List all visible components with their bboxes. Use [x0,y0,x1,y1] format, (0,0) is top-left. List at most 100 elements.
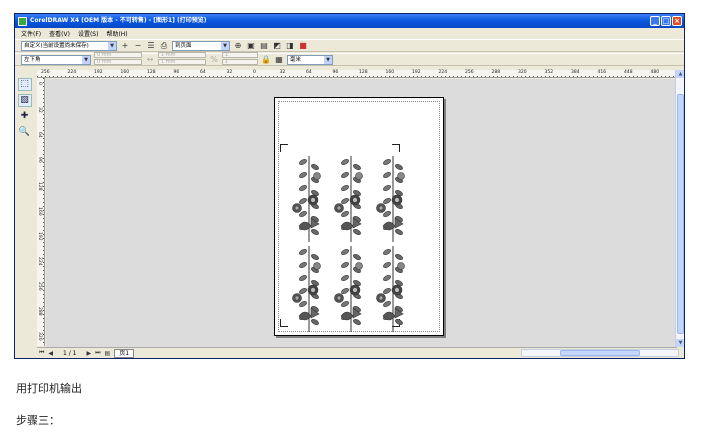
artwork-shape [341,197,349,205]
close-button[interactable]: × [672,16,682,26]
artwork-shape [299,287,307,295]
ruler-tick-label: 32 [226,70,233,75]
ruler-tick-label: 32 [279,70,286,75]
page-tab[interactable]: 页1 [114,348,135,358]
chevron-down-icon: ▼ [108,41,116,50]
artwork-shape [395,163,403,171]
prev-page-icon[interactable]: ◀ [48,350,53,357]
artwork-shape [353,253,361,261]
scroll-down-icon[interactable]: ▼ [676,339,684,347]
artwork-shape [378,295,384,301]
print-style-value: 自定义(当前设置尚未保存) [24,42,89,49]
artwork-shape [299,197,307,205]
remove-style-icon[interactable]: − [133,41,143,51]
ruler-tick-label: 192 [412,70,421,75]
app-window: CorelDRAW X4 (OEM 版本 - 不可转售) - [图形1] (打印… [14,13,685,359]
artwork-shape [352,287,358,293]
first-page-icon[interactable]: ⏮ [39,349,44,357]
mirror-icon[interactable]: ◨ [285,41,295,51]
ruler-tick-label: 256 [465,70,474,75]
position-spinners: 0 mm 0 mm [94,51,142,68]
artwork-shape [310,287,316,293]
artwork-shape [341,274,349,282]
artwork-shape [353,318,361,326]
ruler-tick-label: 448 [624,70,633,75]
artwork-shape [299,248,307,256]
invert-icon[interactable]: ◩ [272,41,282,51]
last-page-icon[interactable]: ⏭ [95,349,100,357]
artwork-shape [341,184,349,192]
scroll-up-icon[interactable]: ▲ [676,70,684,78]
artwork-shape [383,287,391,295]
zoom-in-icon[interactable]: ⊕ [233,41,243,51]
print-style-select[interactable]: 自定义(当前设置尚未保存) ▼ [21,40,117,51]
imposition-tool-icon[interactable]: ▧ [17,94,32,107]
ruler-tick-label: 416 [597,70,607,75]
pick-tool-icon[interactable]: ⬚ [17,78,32,91]
ruler-tick-label: 160 [120,70,130,75]
scale-y-field[interactable]: 1 [222,58,258,65]
x-position-field[interactable]: 0 mm [94,51,142,58]
ruler-tick-label: 64 [37,132,42,138]
artwork-shape [336,295,342,301]
horizontal-scrollbar[interactable] [521,349,679,357]
artwork-shape [313,262,321,270]
menu-settings[interactable]: 设置(S) [78,29,99,38]
ruler-tick-label: 128 [359,70,368,75]
close-preview-icon[interactable]: ■ [298,41,308,51]
artwork-shape [383,197,391,205]
lock-icon[interactable]: 🔒 [261,55,271,65]
artwork-shape [299,158,307,166]
maximize-button[interactable]: □ [661,16,671,26]
menu-help[interactable]: 帮助(H) [106,29,127,38]
menu-view[interactable]: 查看(V) [49,29,70,38]
units-select[interactable]: 毫米 ▼ [287,54,333,65]
artwork-shape [294,205,300,211]
ruler-tick-label: 320 [37,332,42,341]
artwork-shape [294,295,300,301]
height-field[interactable]: 1 mm [158,58,206,65]
separations-icon[interactable]: ▤ [259,41,269,51]
artwork-shape [395,318,403,326]
ruler-tick-label: 128 [37,182,42,191]
scale-x-field[interactable]: 1 [222,51,258,58]
tile-icon[interactable]: ▦ [274,55,284,65]
artwork-shape [355,262,363,270]
menu-file[interactable]: 文件(F) [21,29,41,38]
page-mode-select[interactable]: 到页面 ▼ [172,40,230,51]
window-title: CorelDRAW X4 (OEM 版本 - 不可转售) - [图形1] (打印… [30,17,207,24]
title-bar[interactable]: CorelDRAW X4 (OEM 版本 - 不可转售) - [图形1] (打印… [15,14,684,28]
print-toolbar: 自定义(当前设置尚未保存) ▼ + − ☰ ⎙ 到页面 ▼ ⊕ ▣ ▤ ◩ ◨ … [15,39,684,52]
ruler-tick-label: 224 [67,70,77,75]
width-field[interactable]: 1 mm [158,51,206,58]
ruler-tick-label: 256 [41,70,50,75]
artwork-shape [395,253,403,261]
artwork-shape [313,172,321,180]
minimize-button[interactable]: _ [650,16,660,26]
ruler-tick-label: 384 [571,70,580,75]
y-position-field[interactable]: 0 mm [94,58,142,65]
artwork-shape [383,171,391,179]
artwork-shape [341,158,349,166]
scale-spinners: 1 1 [222,51,258,68]
horizontal-scroll-thumb[interactable] [560,350,640,356]
add-page-icon[interactable]: ▤ [105,350,111,357]
next-page-icon[interactable]: ▶ [87,350,92,357]
vertical-scroll-thumb[interactable] [677,94,684,334]
chevron-down-icon: ▼ [221,41,229,50]
artwork-shape [353,228,361,236]
zoom-tool-icon[interactable]: 🔍 [18,126,32,139]
full-screen-icon[interactable]: ▣ [246,41,256,51]
ruler-tick-label: 0 [253,70,256,75]
ruler-tick-label: 32 [37,107,42,113]
position-select[interactable]: 左下角 ▼ [21,54,91,65]
vertical-scrollbar[interactable]: ▲ ▼ [675,70,684,347]
artwork-shape [311,253,319,261]
print-icon[interactable]: ⎙ [159,41,169,51]
add-style-icon[interactable]: + [120,41,130,51]
options-icon[interactable]: ☰ [146,41,156,51]
marks-tool-icon[interactable]: ✚ [18,110,32,123]
scale-icon: % [210,54,218,64]
page-mode-value: 到页面 [175,42,192,49]
preview-canvas[interactable] [46,79,677,347]
